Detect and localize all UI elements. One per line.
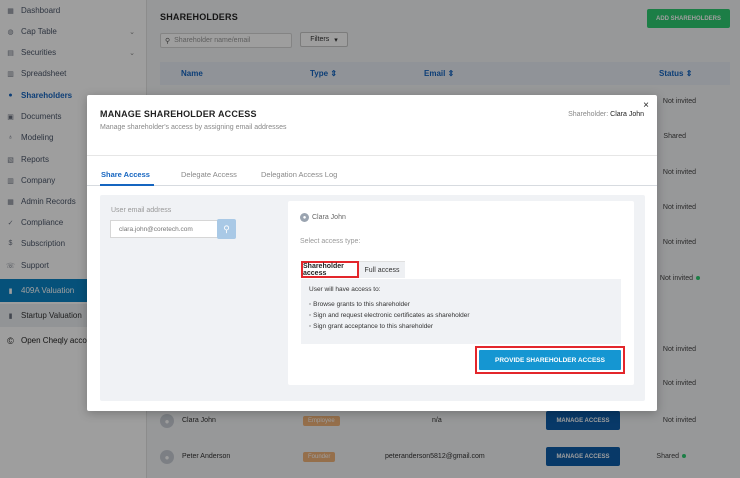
share-access-panel: User email address clara.john@coretech.c… [100,195,645,401]
shareholder-name: Clara John [610,111,644,118]
modal-subtitle: Manage shareholder's access by assigning… [100,124,287,131]
tab-delegation-access-log[interactable]: Delegation Access Log [261,170,337,179]
manage-access-modal: MANAGE SHAREHOLDER ACCESS Manage shareho… [87,95,657,411]
list-item: ◦ Sign grant acceptance to this sharehol… [309,323,434,330]
list-item: ◦ Sign and request electronic certificat… [309,312,470,319]
active-tab-indicator [100,184,154,186]
access-description: User will have access to: ◦ Browse grant… [301,279,621,344]
shareholder-label: Shareholder: Clara John [568,111,644,118]
tab-full-access[interactable]: Full access [359,261,405,278]
divider [87,155,657,156]
tab-shareholder-access[interactable]: Shareholder access [301,261,359,278]
modal-title: MANAGE SHAREHOLDER ACCESS [100,109,257,119]
provide-access-highlight: PROVIDE SHAREHOLDER ACCESS [475,346,625,374]
email-label: User email address [111,207,172,214]
access-intro: User will have access to: [309,286,381,293]
modal-tabs: Share Access Delegate Access Delegation … [87,164,657,186]
card-user: ● Clara John [300,213,346,222]
avatar: ● [300,213,309,222]
list-item: ◦ Browse grants to this shareholder [309,301,410,308]
card-user-name: Clara John [312,214,346,221]
search-icon: ⚲ [223,223,230,234]
email-field[interactable]: clara.john@coretech.com [110,220,218,238]
access-type-label: Select access type: [300,238,361,245]
access-card: ● Clara John Select access type: Shareho… [288,201,634,385]
close-icon[interactable]: × [643,100,649,111]
tab-delegate-access[interactable]: Delegate Access [181,170,237,179]
provide-shareholder-access-button[interactable]: PROVIDE SHAREHOLDER ACCESS [479,350,621,370]
tab-share-access[interactable]: Share Access [101,170,150,179]
search-button[interactable]: ⚲ [217,219,236,239]
